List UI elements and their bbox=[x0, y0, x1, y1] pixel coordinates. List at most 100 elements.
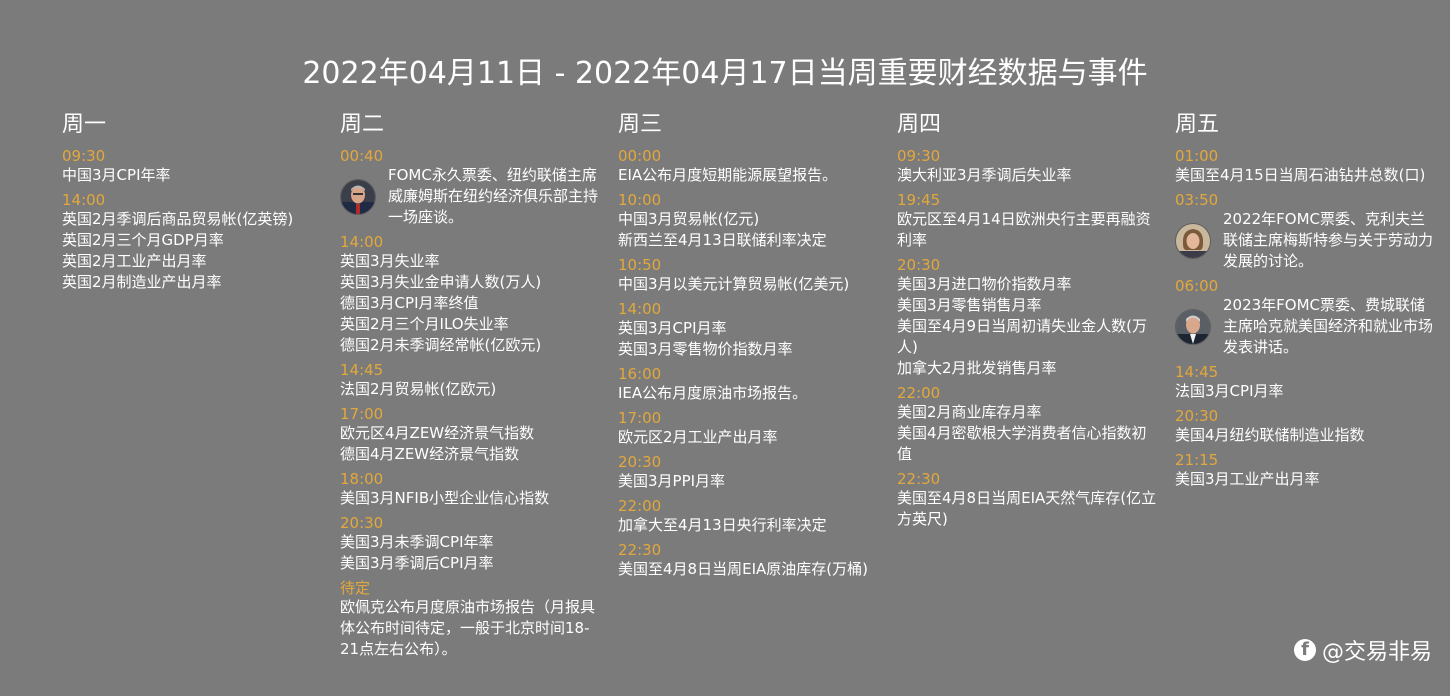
event-time: 20:30 bbox=[897, 256, 941, 274]
event-time: 09:30 bbox=[897, 147, 941, 165]
event-time: 22:30 bbox=[897, 470, 941, 488]
event-block: 22:00 美国2月商业库存月率 美国4月密歇根大学消费者信心指数初值 bbox=[897, 385, 1159, 465]
speech-text: 2022年FOMC票委、克利夫兰联储主席梅斯特参与关于劳动力发展的讨论。 bbox=[1223, 210, 1434, 270]
event-item: 英国2月制造业产出月率 bbox=[62, 273, 222, 291]
event-block: 21:15 美国3月工业产出月率 bbox=[1175, 452, 1437, 490]
event-item: 美国3月进口物价指数月率 bbox=[897, 275, 1072, 293]
event-time: 01:00 bbox=[1175, 147, 1219, 165]
event-time: 19:45 bbox=[897, 191, 941, 209]
event-item: 澳大利亚3月季调后失业率 bbox=[897, 166, 1072, 184]
event-item: 欧元区4月ZEW经济景气指数 bbox=[340, 424, 535, 442]
harker-avatar bbox=[1175, 308, 1211, 345]
speech-event: 2023年FOMC票委、费城联储主席哈克就美国经济和就业市场发表讲话。 bbox=[1175, 295, 1437, 358]
event-block: 14:45 法国2月贸易帐(亿欧元) bbox=[340, 362, 602, 400]
event-block: 22:30 美国至4月8日当周EIA原油库存(万桶) bbox=[618, 542, 880, 580]
event-item: 欧元区至4月14日欧洲央行主要再融资利率 bbox=[897, 210, 1151, 249]
event-item: 中国3月以美元计算贸易帐(亿美元) bbox=[618, 275, 850, 293]
event-item: 英国3月零售物价指数月率 bbox=[618, 340, 793, 358]
event-time: 00:00 bbox=[618, 147, 662, 165]
event-block: 01:00 美国至4月15日当周石油钻井总数(口) bbox=[1175, 148, 1437, 186]
event-block: 06:00 2023年FOMC票委、费城联储主席哈克就美国经济和就业市场发表讲话… bbox=[1175, 278, 1437, 358]
facebook-icon: f bbox=[1293, 639, 1316, 661]
event-item: 美国3月零售销售月率 bbox=[897, 296, 1042, 314]
event-item: 英国2月工业产出月率 bbox=[62, 252, 207, 270]
event-block: 09:30 中国3月CPI年率 bbox=[62, 148, 324, 186]
event-time: 14:45 bbox=[340, 361, 384, 379]
speech-text: FOMC永久票委、纽约联储主席威廉姆斯在纽约经济俱乐部主持一场座谈。 bbox=[388, 166, 599, 226]
event-item: EIA公布月度短期能源展望报告。 bbox=[618, 166, 838, 184]
event-item: 美国至4月9日当周初请失业金人数(万人) bbox=[897, 317, 1147, 356]
event-item: 美国3月PPI月率 bbox=[618, 472, 726, 490]
event-block: 00:40 FOMC永久票委、纽约联储主席威廉姆斯在纽约经济俱乐部主持一场座谈。 bbox=[340, 148, 602, 228]
event-item: 美国至4月8日当周EIA天然气库存(亿立方英尺) bbox=[897, 489, 1157, 528]
event-block: 20:30 美国3月进口物价指数月率 美国3月零售销售月率 美国至4月9日当周初… bbox=[897, 257, 1159, 379]
day-heading: 周四 bbox=[897, 112, 942, 137]
event-time: 14:45 bbox=[1175, 363, 1219, 381]
speech-event: FOMC永久票委、纽约联储主席威廉姆斯在纽约经济俱乐部主持一场座谈。 bbox=[340, 165, 602, 228]
speech-text: 2023年FOMC票委、费城联储主席哈克就美国经济和就业市场发表讲话。 bbox=[1223, 296, 1434, 356]
event-time: 16:00 bbox=[618, 365, 662, 383]
event-item: 英国3月失业率 bbox=[340, 252, 440, 270]
event-block: 00:00 EIA公布月度短期能源展望报告。 bbox=[618, 148, 880, 186]
day-heading: 周二 bbox=[340, 112, 385, 137]
event-time: 00:40 bbox=[340, 147, 384, 165]
event-item: 欧佩克公布月度原油市场报告（月报具体公布时间待定，一般于北京时间18-21点左右… bbox=[340, 598, 596, 658]
event-block: 20:30 美国4月纽约联储制造业指数 bbox=[1175, 408, 1437, 446]
event-block: 22:30 美国至4月8日当周EIA天然气库存(亿立方英尺) bbox=[897, 471, 1159, 530]
day-column-friday: 周五 01:00 美国至4月15日当周石油钻井总数(口) 03:50 2022年… bbox=[1175, 108, 1437, 496]
event-block: 20:30 美国3月PPI月率 bbox=[618, 454, 880, 492]
event-item: 新西兰至4月13日联储利率决定 bbox=[618, 231, 827, 249]
event-item: 法国3月CPI月率 bbox=[1175, 382, 1284, 400]
event-item: 法国2月贸易帐(亿欧元) bbox=[340, 380, 497, 398]
watermark: f @交易非易 bbox=[1293, 634, 1432, 666]
event-time: 20:30 bbox=[340, 514, 384, 532]
day-heading: 周三 bbox=[618, 112, 663, 137]
event-time: 09:30 bbox=[62, 147, 106, 165]
event-block: 22:00 加拿大至4月13日央行利率决定 bbox=[618, 498, 880, 536]
event-item: 英国2月三个月ILO失业率 bbox=[340, 315, 509, 333]
event-item: 美国4月纽约联储制造业指数 bbox=[1175, 426, 1365, 444]
event-item: 美国至4月8日当周EIA原油库存(万桶) bbox=[618, 560, 868, 578]
event-time: 06:00 bbox=[1175, 277, 1219, 295]
event-time: 14:00 bbox=[340, 233, 384, 251]
event-block: 16:00 IEA公布月度原油市场报告。 bbox=[618, 366, 880, 404]
event-item: 美国4月密歇根大学消费者信心指数初值 bbox=[897, 424, 1147, 463]
event-time: 22:00 bbox=[897, 384, 941, 402]
event-block: 17:00 欧元区4月ZEW经济景气指数 德国4月ZEW经济景气指数 bbox=[340, 406, 602, 465]
event-item: 英国3月CPI月率 bbox=[618, 319, 727, 337]
event-time: 17:00 bbox=[618, 409, 662, 427]
event-item: 中国3月CPI年率 bbox=[62, 166, 171, 184]
event-item: 美国3月工业产出月率 bbox=[1175, 470, 1320, 488]
event-block: 10:00 中国3月贸易帐(亿元) 新西兰至4月13日联储利率决定 bbox=[618, 192, 880, 251]
event-time: 10:00 bbox=[618, 191, 662, 209]
day-column-tuesday: 周二 00:40 FOMC永久票委、纽约联储主席威廉姆斯在纽约经济俱乐部主持一场… bbox=[340, 108, 602, 666]
event-time: 17:00 bbox=[340, 405, 384, 423]
williams-avatar bbox=[340, 178, 376, 215]
event-time: 03:50 bbox=[1175, 191, 1219, 209]
event-item: 英国2月季调后商品贸易帐(亿英镑) bbox=[62, 210, 294, 228]
event-item: 美国3月季调后CPI月率 bbox=[340, 554, 494, 572]
event-time: 22:30 bbox=[618, 541, 662, 559]
event-block: 待定 欧佩克公布月度原油市场报告（月报具体公布时间待定，一般于北京时间18-21… bbox=[340, 580, 602, 660]
event-time: 14:00 bbox=[618, 300, 662, 318]
event-item: 德国4月ZEW经济景气指数 bbox=[340, 445, 520, 463]
event-item: 美国至4月15日当周石油钻井总数(口) bbox=[1175, 166, 1426, 184]
event-time: 10:50 bbox=[618, 256, 662, 274]
event-time: 22:00 bbox=[618, 497, 662, 515]
event-item: 德国2月未季调经常帐(亿欧元) bbox=[340, 336, 542, 354]
event-time: 14:00 bbox=[62, 191, 106, 209]
event-item: 中国3月贸易帐(亿元) bbox=[618, 210, 760, 228]
event-time: 20:30 bbox=[618, 453, 662, 471]
event-block: 17:00 欧元区2月工业产出月率 bbox=[618, 410, 880, 448]
day-column-thursday: 周四 09:30 澳大利亚3月季调后失业率 19:45 欧元区至4月14日欧洲央… bbox=[897, 108, 1159, 536]
watermark-text: @交易非易 bbox=[1321, 640, 1432, 665]
event-block: 19:45 欧元区至4月14日欧洲央行主要再融资利率 bbox=[897, 192, 1159, 251]
event-block: 10:50 中国3月以美元计算贸易帐(亿美元) bbox=[618, 257, 880, 295]
event-block: 14:00 英国3月CPI月率 英国3月零售物价指数月率 bbox=[618, 301, 880, 360]
day-heading: 周一 bbox=[62, 112, 107, 137]
event-time: 18:00 bbox=[340, 470, 384, 488]
event-block: 20:30 美国3月未季调CPI年率 美国3月季调后CPI月率 bbox=[340, 515, 602, 574]
event-item: 英国2月三个月GDP月率 bbox=[62, 231, 224, 249]
event-block: 14:45 法国3月CPI月率 bbox=[1175, 364, 1437, 402]
event-item: 美国3月未季调CPI年率 bbox=[340, 533, 494, 551]
